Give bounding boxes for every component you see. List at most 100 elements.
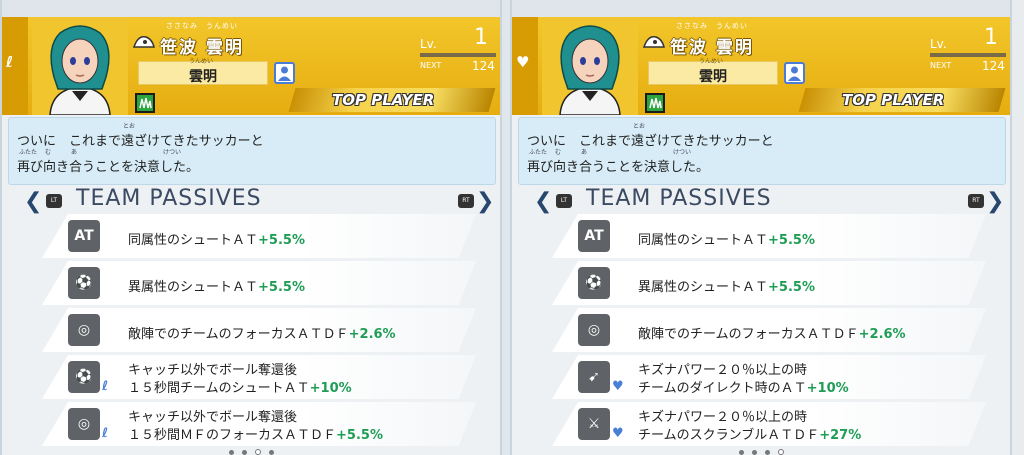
- kizuna-icon: ℓ: [102, 426, 109, 441]
- top-player-banner: TOP PLAYER: [798, 88, 1006, 112]
- at-icon: AT: [578, 220, 610, 252]
- passive-value: +5.5%: [258, 233, 305, 248]
- passive-text: 同属性のシュートＡＴ+5.5%: [638, 233, 815, 248]
- chevron-left-icon[interactable]: ❮: [24, 189, 42, 214]
- screen: ℓ ささなみ うんめい 笹波 雲明 うんめい 雲明 Lv. 1 NEXT 124…: [0, 0, 1024, 455]
- focus-icon: ◎: [68, 314, 100, 346]
- panel-divider: [502, 0, 510, 455]
- player-quote: とお ついに これまで遠ざけてきたサッカーと ふたた む あ けつい 再び向き合…: [8, 117, 496, 185]
- passive-text: 異属性のシュートＡＴ+5.5%: [128, 280, 305, 295]
- next-label: NEXT: [420, 61, 442, 70]
- page-dot-active[interactable]: [777, 449, 784, 455]
- scramble-icon: ⚔: [578, 408, 610, 440]
- passive-text-line-2: １５秒間チームのシュートＡＴ+10%: [128, 381, 352, 396]
- side-tab-button[interactable]: ♥: [512, 17, 538, 115]
- profile-icon[interactable]: [784, 62, 805, 84]
- passive-text: 敵陣でのチームのフォーカスＡＴＤＦ+2.6%: [638, 327, 906, 342]
- side-tab-symbol: ℓ: [6, 53, 14, 71]
- forest-type-icon: [135, 93, 155, 113]
- shoot-icon: ⚽: [578, 267, 610, 299]
- player-quote: とお ついに これまで遠ざけてきたサッカーと ふたた む あ けつい 再び向き合…: [518, 117, 1006, 185]
- portrait-illustration: [32, 17, 128, 115]
- nickname-ruby: うんめい: [699, 58, 724, 65]
- passive-value: +5.5%: [258, 280, 305, 295]
- page-indicator: [2, 440, 500, 455]
- passive-text-line-1: キャッチ以外でボール奪還後: [128, 363, 298, 378]
- quote-line-2: 再び向き合うことを決意した。: [17, 160, 200, 175]
- side-tab-button[interactable]: ℓ: [2, 17, 28, 115]
- quote-ruby: けつい: [673, 149, 692, 156]
- quote-line-1: ついに これまで遠ざけてきたサッカーと: [527, 134, 774, 149]
- passive-value: +5.5%: [768, 280, 815, 295]
- passive-text-line-1: キャッチ以外でボール奪還後: [128, 410, 298, 425]
- player-nickname: 雲明: [189, 69, 217, 85]
- section-title: TEAM PASSIVES: [586, 186, 772, 211]
- focus-icon: ◎: [68, 408, 100, 440]
- forest-type-icon: [645, 93, 665, 113]
- page-dot[interactable]: [228, 450, 234, 455]
- page-dot[interactable]: [241, 450, 247, 455]
- passive-row: ⚽ ℓ キャッチ以外でボール奪還後 １５秒間チームのシュートＡＴ+10%: [42, 355, 476, 399]
- shoot-icon: ⚽: [68, 267, 100, 299]
- direct-icon: ➹: [578, 361, 610, 393]
- section-title: TEAM PASSIVES: [76, 186, 262, 211]
- profile-icon[interactable]: [274, 62, 295, 84]
- quote-ruby: あ: [581, 149, 588, 156]
- level-value: 1: [984, 25, 998, 50]
- player-portrait: [542, 17, 638, 115]
- team-passives-header: ❮ LT TEAM PASSIVES RT ❯: [2, 186, 500, 214]
- quote-line-1: ついに これまで遠ざけてきたサッカーと: [17, 134, 264, 149]
- portrait-illustration: [542, 17, 638, 115]
- player-nickname: 雲明: [699, 69, 727, 85]
- next-value: 124: [472, 59, 495, 73]
- passive-row: ⚽ 異属性のシュートＡＴ+5.5%: [552, 261, 986, 305]
- next-label: NEXT: [930, 61, 952, 70]
- page-dot[interactable]: [268, 450, 274, 455]
- passive-row: ⚽ 異属性のシュートＡＴ+5.5%: [42, 261, 476, 305]
- passive-row: ◎ 敵陣でのチームのフォーカスＡＴＤＦ+2.6%: [42, 308, 476, 352]
- page-dot-active[interactable]: [254, 449, 261, 455]
- page-dot[interactable]: [751, 450, 757, 455]
- top-player-label: TOP PLAYER: [842, 91, 945, 109]
- quote-line-2: 再び向き合うことを決意した。: [527, 160, 710, 175]
- player-card-right: ♥ ささなみ うんめい 笹波 雲明 うんめい 雲明 Lv. 1 NEXT 124…: [510, 0, 1012, 455]
- page-dot[interactable]: [764, 450, 770, 455]
- wind-element-icon: [132, 35, 155, 48]
- kizuna-heart-icon: ♥: [612, 379, 624, 394]
- passive-list: AT 同属性のシュートＡＴ+5.5% ⚽ 異属性のシュートＡＴ+5.5% ◎ 敵…: [552, 214, 986, 449]
- passive-text: 異属性のシュートＡＴ+5.5%: [638, 280, 815, 295]
- page-indicator: [512, 440, 1010, 455]
- passive-text-line-2: チームのダイレクト時のＡＴ+10%: [638, 381, 849, 396]
- player-portrait: [32, 17, 128, 115]
- chevron-right-icon[interactable]: ❯: [986, 189, 1004, 214]
- level-label: Lv.: [420, 37, 437, 51]
- lt-button[interactable]: LT: [46, 194, 62, 208]
- rt-button[interactable]: RT: [458, 194, 474, 208]
- player-header: ℓ ささなみ うんめい 笹波 雲明 うんめい 雲明 Lv. 1 NEXT 124…: [2, 17, 500, 115]
- passive-value: +2.6%: [858, 327, 906, 342]
- quote-ruby: む: [555, 149, 562, 156]
- top-player-banner: TOP PLAYER: [288, 88, 496, 112]
- lt-button[interactable]: LT: [556, 194, 572, 208]
- passive-value: +2.6%: [348, 327, 396, 342]
- level-label: Lv.: [930, 37, 947, 51]
- page-dot[interactable]: [738, 450, 744, 455]
- chevron-right-icon[interactable]: ❯: [476, 189, 494, 214]
- quote-ruby: ふたた: [529, 149, 548, 156]
- passive-text: 敵陣でのチームのフォーカスＡＴＤＦ+2.6%: [128, 327, 396, 342]
- quote-ruby: む: [45, 149, 52, 156]
- player-full-name: 笹波 雲明: [670, 38, 754, 58]
- kizuna-icon: ℓ: [102, 379, 109, 394]
- quote-ruby: ふたた: [19, 149, 38, 156]
- top-player-label: TOP PLAYER: [332, 91, 435, 109]
- next-value: 124: [982, 59, 1005, 73]
- full-name-ruby: ささなみ うんめい: [676, 22, 748, 30]
- rt-button[interactable]: RT: [968, 194, 984, 208]
- passive-row: AT 同属性のシュートＡＴ+5.5%: [42, 214, 476, 258]
- top-strip: [2, 0, 500, 17]
- player-card-left: ℓ ささなみ うんめい 笹波 雲明 うんめい 雲明 Lv. 1 NEXT 124…: [0, 0, 502, 455]
- chevron-left-icon[interactable]: ❮: [534, 189, 552, 214]
- full-name-ruby: ささなみ うんめい: [166, 22, 238, 30]
- kizuna-heart-icon: ♥: [612, 426, 624, 441]
- quote-ruby: とお: [633, 123, 646, 130]
